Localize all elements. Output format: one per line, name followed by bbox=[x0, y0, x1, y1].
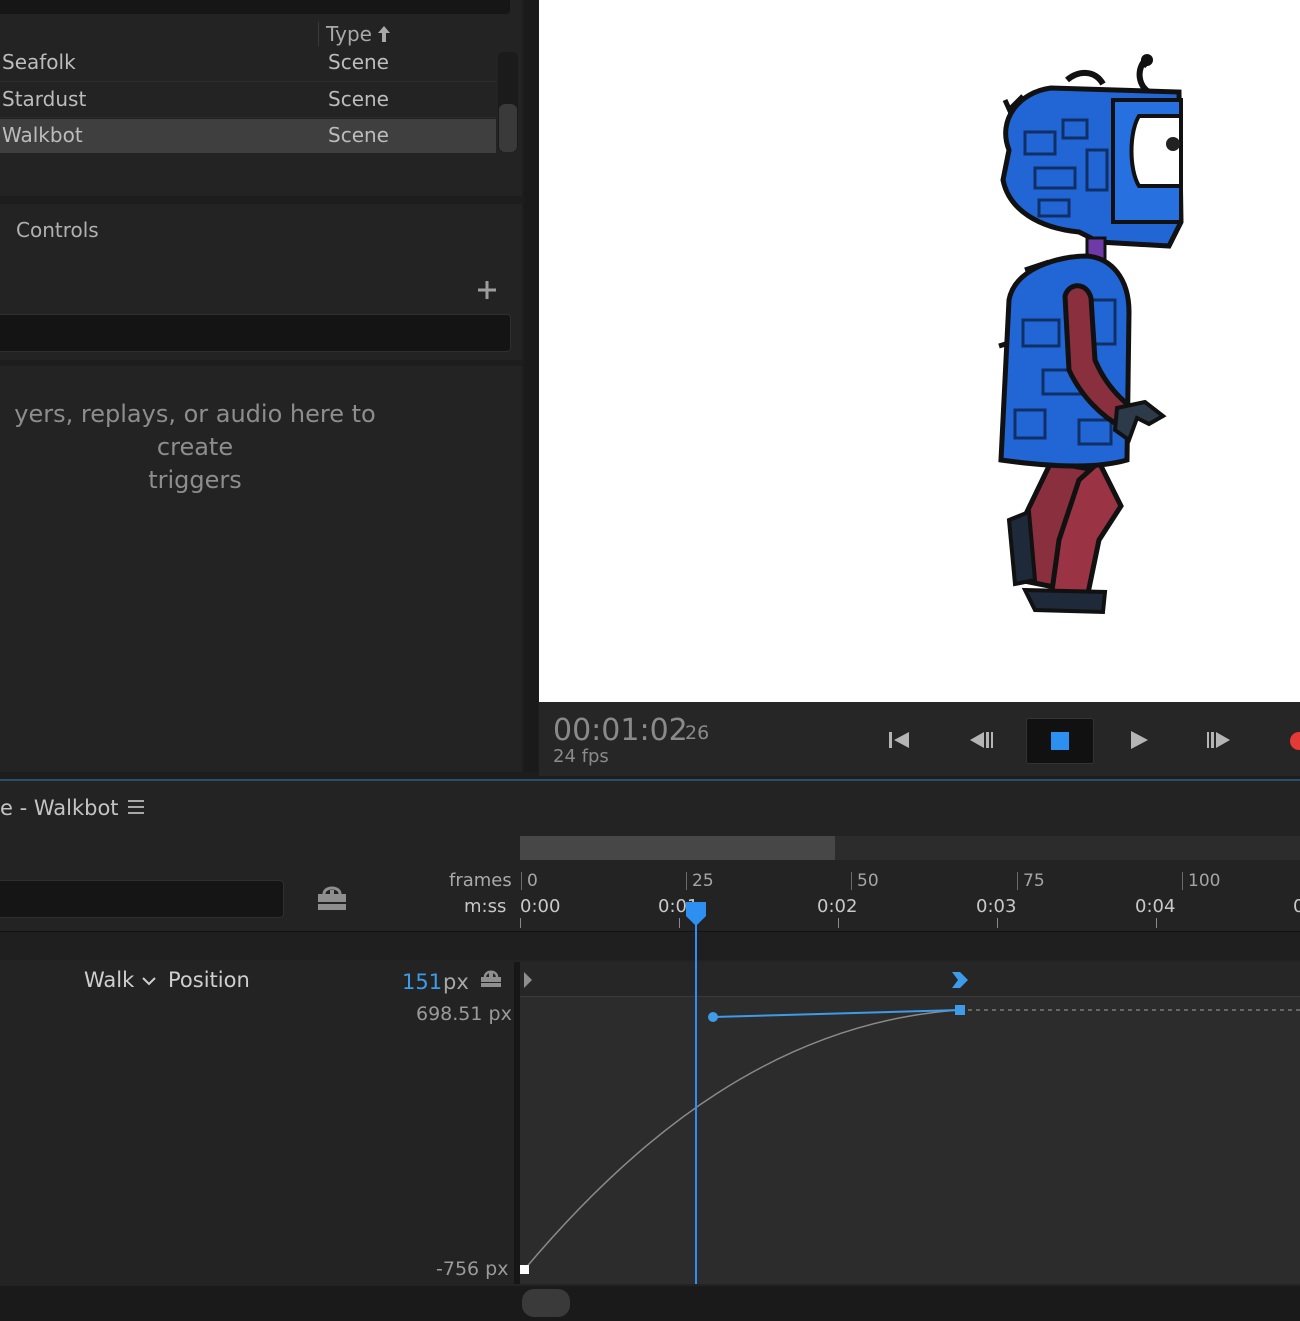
playhead[interactable] bbox=[684, 900, 708, 1286]
chevron-down-icon bbox=[142, 977, 156, 986]
row-divider bbox=[0, 117, 496, 118]
property-unit: px bbox=[443, 970, 469, 994]
track-property-label: Position bbox=[168, 968, 250, 992]
row-type: Scene bbox=[328, 50, 389, 74]
project-row-seafolk[interactable]: Seafolk Scene bbox=[0, 46, 496, 80]
ruler-tick-mark bbox=[679, 918, 680, 928]
timeline-band bbox=[0, 932, 1300, 960]
time-tick: 0:03 bbox=[976, 896, 1017, 917]
keyframe-end-marker[interactable] bbox=[952, 972, 968, 988]
mss-label: m:ss bbox=[464, 896, 507, 917]
lock-toggle[interactable] bbox=[314, 882, 350, 916]
keyframe-start-marker[interactable] bbox=[524, 972, 532, 988]
position-curve-graph[interactable] bbox=[520, 962, 1300, 1284]
row-type: Scene bbox=[328, 123, 389, 147]
ruler-tick-mark bbox=[1156, 918, 1157, 928]
type-column-header[interactable]: Type bbox=[326, 22, 392, 46]
project-scrollbar-thumb[interactable] bbox=[499, 104, 517, 152]
timecode-display[interactable]: 00:01:02 bbox=[553, 713, 688, 748]
time-tick: 0:02 bbox=[817, 896, 858, 917]
arrow-up-icon bbox=[377, 26, 390, 42]
step-back-button[interactable] bbox=[958, 718, 1004, 762]
ease-handle[interactable] bbox=[708, 1012, 718, 1022]
ruler-tick-mark bbox=[520, 918, 521, 928]
plus-icon bbox=[478, 281, 496, 299]
property-disclosure[interactable] bbox=[140, 972, 158, 994]
row-divider bbox=[0, 81, 496, 82]
column-separator[interactable] bbox=[318, 22, 319, 46]
step-forward-button[interactable] bbox=[1196, 718, 1242, 762]
triggers-drop-hint: yers, replays, or audio here to create t… bbox=[0, 398, 400, 497]
frame-tick: 50 bbox=[851, 872, 879, 890]
project-row-stardust[interactable]: Stardust Scene bbox=[0, 83, 496, 117]
row-name: Walkbot bbox=[2, 123, 83, 147]
track-lock-toggle[interactable] bbox=[479, 968, 503, 994]
time-tick: 0 bbox=[1293, 896, 1300, 917]
add-control-button[interactable] bbox=[476, 278, 498, 306]
lock-icon bbox=[481, 970, 501, 987]
row-name: Stardust bbox=[2, 87, 87, 111]
time-tick: 0:04 bbox=[1135, 896, 1176, 917]
row-type: Scene bbox=[328, 87, 389, 111]
controls-title: Controls bbox=[16, 218, 99, 242]
walkbot-puppet[interactable] bbox=[539, 0, 1300, 702]
playhead-line bbox=[695, 924, 697, 1284]
graph-min-label: -756 px bbox=[436, 1258, 509, 1280]
hint-line: triggers bbox=[148, 466, 242, 494]
skip-to-start-icon bbox=[889, 732, 909, 748]
time-tick: 0:00 bbox=[520, 896, 561, 917]
fps-label: 24 fps bbox=[553, 746, 609, 767]
track-group-label: Walk bbox=[84, 968, 135, 992]
play-icon bbox=[1131, 731, 1148, 749]
lock-icon bbox=[318, 886, 346, 910]
hamburger-icon bbox=[128, 800, 144, 802]
panel-splitter[interactable] bbox=[524, 0, 538, 772]
playhead-handle[interactable] bbox=[686, 902, 706, 926]
hamburger-icon-line bbox=[128, 812, 144, 814]
horizontal-scrollbar-thumb[interactable] bbox=[522, 1289, 570, 1317]
stop-button[interactable] bbox=[1026, 718, 1094, 764]
panel-menu-button[interactable] bbox=[128, 800, 144, 818]
stop-icon bbox=[1051, 732, 1069, 750]
frame-tick: 75 bbox=[1017, 872, 1045, 890]
graph-max-label: 698.51 px bbox=[416, 1003, 512, 1025]
hamburger-icon-line bbox=[128, 806, 144, 808]
step-forward-icon bbox=[1207, 732, 1230, 748]
go-to-start-button[interactable] bbox=[876, 718, 922, 762]
frame-number: 26 bbox=[685, 722, 710, 744]
frames-label: frames bbox=[449, 870, 512, 891]
timeline-footer bbox=[0, 1286, 1300, 1321]
timeline-title: e - Walkbot bbox=[0, 796, 119, 820]
curve-keyframe-start[interactable] bbox=[520, 1265, 529, 1274]
work-area-range[interactable] bbox=[520, 836, 835, 860]
frame-tick: 100 bbox=[1182, 872, 1220, 890]
play-button[interactable] bbox=[1116, 718, 1162, 762]
ruler-tick-mark bbox=[997, 918, 998, 928]
property-value[interactable]: 151 bbox=[402, 970, 442, 994]
curve-keyframe-end[interactable] bbox=[955, 1005, 965, 1015]
controls-search-input[interactable] bbox=[0, 314, 511, 352]
frame-tick: 0 bbox=[521, 872, 538, 890]
type-header-label: Type bbox=[326, 22, 372, 46]
hint-line: yers, replays, or audio here to create bbox=[14, 400, 376, 461]
project-search-bar[interactable] bbox=[0, 0, 510, 14]
project-row-walkbot[interactable]: Walkbot Scene bbox=[0, 119, 496, 153]
frame-tick: 25 bbox=[686, 872, 714, 890]
row-name: Seafolk bbox=[2, 50, 76, 74]
scene-stage[interactable] bbox=[539, 0, 1300, 702]
step-back-icon bbox=[970, 732, 993, 748]
position-curve bbox=[523, 1009, 961, 1271]
ruler-tick-mark bbox=[838, 918, 839, 928]
track-search-input[interactable] bbox=[0, 880, 284, 918]
